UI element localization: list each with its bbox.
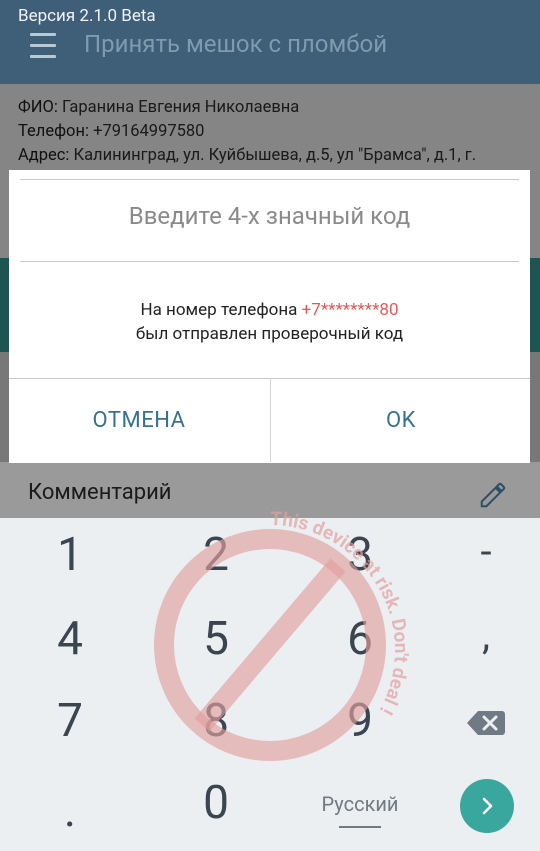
verification-dialog: Введите 4-х значный код На номер телефон… <box>9 170 530 463</box>
key-6[interactable]: 6 <box>310 612 410 666</box>
key-8[interactable]: 8 <box>166 694 266 748</box>
backspace-icon[interactable] <box>466 709 506 737</box>
app-version: Версия 2.1.0 Beta <box>18 6 156 26</box>
key-5[interactable]: 5 <box>166 612 266 666</box>
key-3[interactable]: 3 <box>310 528 410 582</box>
key-comma[interactable]: , <box>436 612 536 659</box>
arrow-right-icon <box>482 797 493 815</box>
key-7[interactable]: 7 <box>20 694 120 748</box>
ok-button[interactable]: OK <box>271 378 531 462</box>
go-button[interactable] <box>460 779 514 833</box>
page-title: Принять мешок с пломбой <box>84 30 388 58</box>
key-4[interactable]: 4 <box>20 612 120 666</box>
key-9[interactable]: 9 <box>310 694 410 748</box>
dialog-message: На номер телефона +7********80 был отпра… <box>9 298 530 346</box>
key-0[interactable]: 0 <box>166 776 266 830</box>
dialog-divider-top <box>20 179 519 180</box>
cancel-button[interactable]: ОТМЕНА <box>9 378 269 462</box>
dialog-divider-title <box>20 261 519 262</box>
language-key[interactable]: Русский <box>310 792 410 816</box>
dialog-title: Введите 4-х значный код <box>128 202 411 230</box>
masked-phone: +7********80 <box>301 300 399 320</box>
menu-icon[interactable] <box>30 33 56 59</box>
message-prefix: На номер телефона <box>140 300 302 320</box>
pencil-icon[interactable] <box>478 480 508 510</box>
key-1[interactable]: 1 <box>20 528 120 582</box>
language-underline <box>339 826 381 828</box>
comment-label: Комментарий <box>28 480 172 505</box>
language-label: Русский <box>321 792 399 816</box>
message-line2: был отправлен проверочный код <box>135 324 404 344</box>
key-2[interactable]: 2 <box>166 528 266 582</box>
key-period[interactable]: . <box>20 784 120 838</box>
key-minus[interactable]: - <box>436 528 536 575</box>
app-bar: Версия 2.1.0 Beta Принять мешок с пломбо… <box>0 0 540 84</box>
